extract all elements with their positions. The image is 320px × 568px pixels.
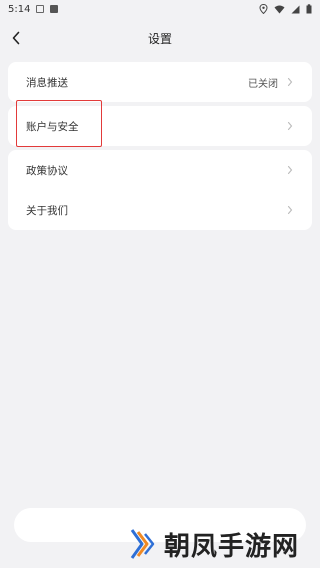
signal-icon bbox=[291, 5, 300, 13]
settings-item-push[interactable]: 消息推送 已关闭 bbox=[8, 62, 312, 102]
status-left: 5:14 bbox=[8, 3, 59, 15]
location-icon bbox=[259, 4, 268, 14]
settings-group-account: 账户与安全 bbox=[8, 106, 312, 146]
settings-item-label: 消息推送 bbox=[26, 76, 68, 89]
status-time: 5:14 bbox=[8, 3, 31, 15]
back-button[interactable] bbox=[4, 26, 28, 50]
page-title: 设置 bbox=[147, 31, 172, 46]
settings-group-notifications: 消息推送 已关闭 bbox=[8, 62, 312, 102]
chevron-left-icon bbox=[12, 31, 20, 45]
wifi-icon bbox=[274, 5, 285, 13]
settings-group-info: 政策协议 关于我们 bbox=[8, 150, 312, 230]
settings-item-about[interactable]: 关于我们 bbox=[8, 190, 312, 230]
chevron-right-icon bbox=[287, 205, 293, 215]
watermark-text: 朝凤手游网 bbox=[164, 531, 300, 562]
status-right bbox=[259, 4, 312, 14]
settings-item-value: 已关闭 bbox=[248, 78, 278, 90]
chevron-right-icon bbox=[287, 165, 293, 175]
settings-item-label: 政策协议 bbox=[26, 164, 68, 177]
status-bar: 5:14 bbox=[0, 0, 320, 18]
settings-item-label: 关于我们 bbox=[26, 204, 68, 217]
chevron-right-icon bbox=[287, 77, 293, 87]
chevron-right-icon bbox=[287, 121, 293, 131]
header: 设置 bbox=[0, 20, 320, 56]
settings-screen: 5:14 设置 消息推送 已关闭 账户与安全 政策协议 关于我们 朝凤手游网 bbox=[0, 0, 320, 568]
watermark: 朝凤手游网 bbox=[128, 524, 318, 564]
settings-item-account-security[interactable]: 账户与安全 bbox=[8, 106, 312, 146]
watermark-logo-icon bbox=[130, 529, 155, 559]
battery-icon bbox=[306, 4, 312, 14]
notification-icon bbox=[36, 5, 45, 13]
settings-item-policy[interactable]: 政策协议 bbox=[8, 150, 312, 190]
app-notification-icon bbox=[50, 5, 59, 13]
settings-item-label: 账户与安全 bbox=[26, 120, 79, 133]
